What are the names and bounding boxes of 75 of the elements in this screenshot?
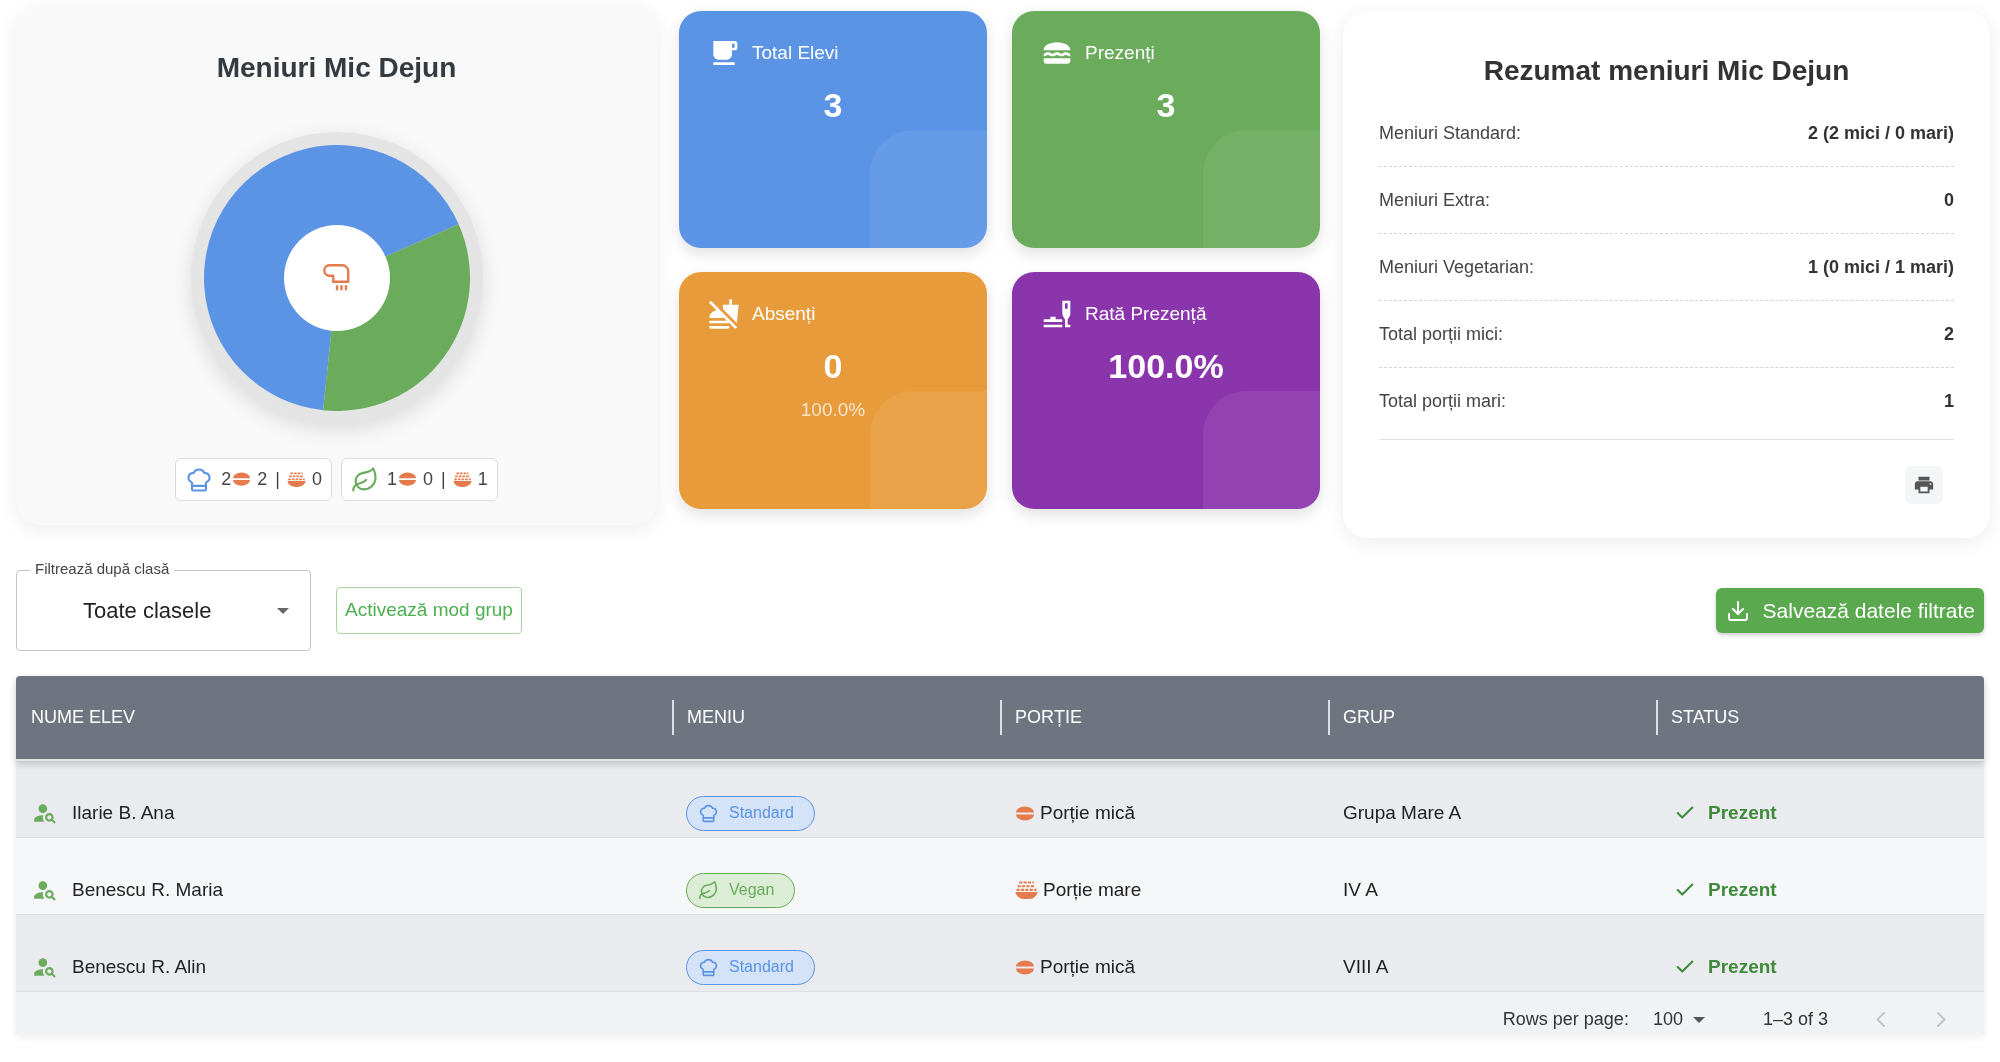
chef-hat-icon — [185, 465, 214, 494]
legend-separator: | — [441, 468, 446, 491]
no-food-icon — [708, 298, 740, 330]
legend-separator: | — [275, 468, 280, 491]
stat-value: 3 — [1156, 85, 1176, 125]
leaf-icon — [698, 879, 719, 901]
stat-value: 3 — [823, 85, 843, 125]
summary-value: 2 (2 mici / 0 mari) — [1807, 122, 1954, 145]
status-text: Prezent — [1708, 877, 1777, 902]
status-text: Prezent — [1708, 800, 1777, 825]
leaf-icon — [351, 465, 379, 494]
rice-bowl-icon — [452, 471, 472, 488]
stat-value: 100.0% — [1108, 346, 1224, 386]
menu-label: Standard — [729, 803, 794, 823]
summary-title: Rezumat meniuri Mic Dejun — [1482, 54, 1851, 88]
summary-value: 0 — [1944, 189, 1954, 212]
bowl-icon — [232, 472, 252, 487]
chef-hat-icon — [698, 802, 719, 824]
group-text: Grupa Mare A — [1343, 800, 1462, 825]
legend-count: 2 — [221, 468, 232, 491]
student-name: Benescu R. Maria — [72, 877, 223, 902]
legend-count: 2 — [257, 468, 268, 491]
download-icon — [1725, 598, 1750, 623]
summary-label: Meniuri Extra: — [1379, 189, 1491, 212]
summary-value: 2 — [1944, 323, 1954, 346]
portion-text: Porție mare — [1043, 877, 1142, 902]
stat-label: Rată Prezență — [1085, 302, 1207, 326]
summary-label: Total porții mici: — [1379, 323, 1504, 346]
legend-count: 0 — [423, 468, 434, 491]
group-text: VIII A — [1343, 954, 1389, 979]
summary-value: 1 — [1944, 390, 1954, 413]
group-text: IV A — [1343, 877, 1378, 902]
column-header: GRUP — [1343, 706, 1395, 729]
legend-count: 1 — [477, 468, 488, 491]
student-name: Ilarie B. Ana — [72, 800, 175, 825]
bowl-icon — [398, 472, 417, 487]
chevron-left-icon — [1876, 1012, 1885, 1027]
rice-bowl-icon — [287, 471, 306, 488]
portion-text: Porție mică — [1040, 954, 1136, 979]
printer-icon — [1913, 474, 1935, 496]
student-name: Benescu R. Alin — [72, 954, 207, 979]
bowl-icon — [1015, 959, 1035, 975]
portion-text: Porție mică — [1040, 800, 1136, 825]
menu-label: Vegan — [729, 880, 775, 900]
stat-label: Prezenți — [1085, 41, 1155, 65]
bread-icon — [283, 225, 390, 331]
summary-label: Meniuri Vegetarian: — [1379, 256, 1535, 279]
summary-label: Meniuri Standard: — [1379, 122, 1522, 145]
column-header: MENIU — [687, 706, 745, 729]
stat-value: 0 — [823, 346, 843, 386]
plate-and-glass-icon — [1041, 298, 1073, 330]
stat-note: 100.0% — [800, 398, 866, 422]
column-header: STATUS — [1671, 706, 1740, 729]
legend-count: 1 — [387, 468, 397, 491]
summary-label: Total porții mari: — [1379, 390, 1507, 413]
bowl-icon — [1015, 805, 1035, 821]
menu-label: Standard — [729, 957, 794, 977]
chart-title: Meniuri Mic Dejun — [216, 51, 457, 85]
legend-count: 0 — [312, 468, 322, 491]
stat-label: Total Elevi — [752, 41, 839, 65]
summary-value: 1 (0 mici / 1 mari) — [1807, 256, 1954, 279]
rows-per-page-label: Rows per page: — [1502, 1008, 1629, 1031]
chef-hat-icon — [698, 956, 719, 978]
rows-per-page-select[interactable]: 100 — [1652, 1006, 1705, 1033]
page-range: 1–3 of 3 — [1762, 1008, 1828, 1031]
column-header: NUME ELEV — [31, 706, 136, 729]
caret-icon — [1692, 1016, 1705, 1023]
column-header: PORȚIE — [1015, 706, 1082, 729]
status-text: Prezent — [1708, 954, 1777, 979]
print-button[interactable] — [1905, 466, 1943, 504]
stat-label: Absenți — [752, 302, 816, 326]
rice-bowl-icon — [1015, 880, 1038, 900]
caret-icon — [277, 607, 289, 614]
filter-label: Filtrează după clasă — [30, 560, 175, 578]
chevron-right-icon — [1937, 1012, 1946, 1027]
